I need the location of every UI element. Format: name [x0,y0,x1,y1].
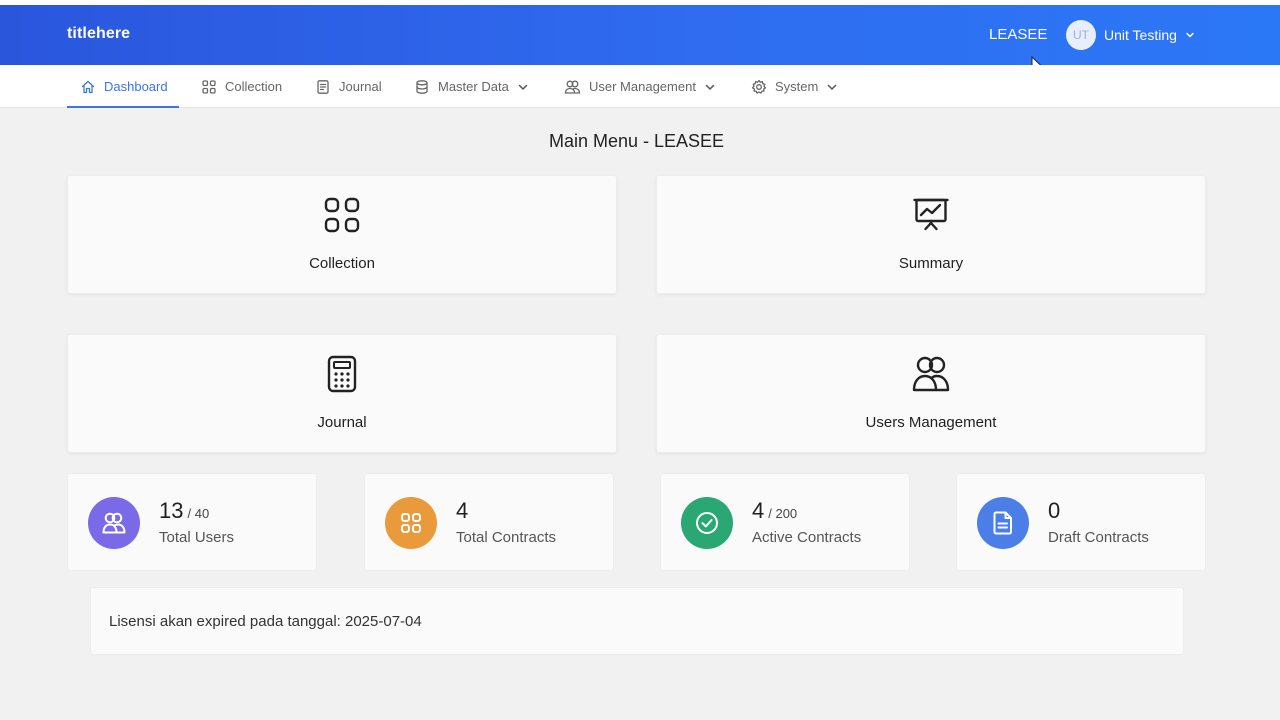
gear-icon [751,79,767,95]
menu-card-label: Summary [898,255,964,272]
stat-label: Total Contracts [456,529,557,546]
stat-value: 0 [1048,498,1061,523]
nav-label: Collection [225,79,283,94]
user-name: Unit Testing [1104,27,1177,43]
nav-item-system[interactable]: System [751,65,838,108]
chevron-down-icon [826,81,838,93]
stat-card-draft-contracts: 0 Draft Contracts [956,473,1206,571]
chevron-down-icon [704,81,716,93]
nav-item-user-management[interactable]: User Management [564,65,716,108]
nav-label: Master Data [438,79,509,94]
stat-label: Total Users [159,529,235,546]
menu-card-label: Users Management [865,414,997,431]
check-circle-icon [681,497,733,549]
grid-icon [68,196,616,234]
main-nav: Dashboard Collection Journal Master Data… [0,65,1280,108]
stat-max: / 200 [768,506,798,521]
home-icon [80,79,96,95]
chevron-down-icon [1185,30,1195,40]
license-text: Lisensi akan expired pada tanggal: 2025-… [109,613,422,630]
stat-value: 13 [159,498,184,523]
grid-icon [385,497,437,549]
chevron-down-icon [517,81,529,93]
stat-card-active-contracts: 4/ 200 Active Contracts [660,473,910,571]
nav-label: Dashboard [104,79,168,94]
menu-card-journal[interactable]: Journal [67,334,617,453]
stat-value: 4 [752,498,765,523]
users-icon [657,355,1205,393]
menu-card-collection[interactable]: Collection [67,175,617,294]
company-name: LEASEE [989,26,1048,43]
nav-item-master-data[interactable]: Master Data [414,65,529,108]
menu-card-label: Journal [317,414,367,431]
nav-label: Journal [339,79,382,94]
top-header: titlehere LEASEE UT Unit Testing [0,5,1280,65]
database-icon [414,79,430,95]
stat-card-total-contracts: 4 Total Contracts [364,473,614,571]
license-notice: Lisensi akan expired pada tanggal: 2025-… [90,587,1184,655]
document-icon [315,79,331,95]
nav-label: System [775,79,819,94]
users-icon [564,79,581,95]
nav-item-dashboard[interactable]: Dashboard [67,65,179,108]
stat-label: Active Contracts [752,529,862,546]
menu-card-summary[interactable]: Summary [656,175,1206,294]
page-title: Main Menu - LEASEE [548,131,725,151]
avatar: UT [1066,20,1096,50]
calculator-icon [68,355,616,393]
users-icon [88,497,140,549]
document-icon [977,497,1029,549]
stat-max: / 40 [187,506,210,521]
nav-item-collection[interactable]: Collection [201,65,282,108]
menu-card-users-management[interactable]: Users Management [656,334,1206,453]
stat-card-total-users: 13/ 40 Total Users [67,473,317,571]
menu-card-label: Collection [309,255,375,272]
stat-label: Draft Contracts [1048,529,1149,546]
app-brand[interactable]: titlehere [67,25,130,43]
stat-value: 4 [456,498,469,523]
presentation-chart-icon [657,196,1205,234]
user-menu[interactable]: UT Unit Testing [1066,20,1195,50]
grid-icon [201,79,217,95]
nav-label: User Management [589,79,696,94]
nav-item-journal[interactable]: Journal [315,65,382,108]
